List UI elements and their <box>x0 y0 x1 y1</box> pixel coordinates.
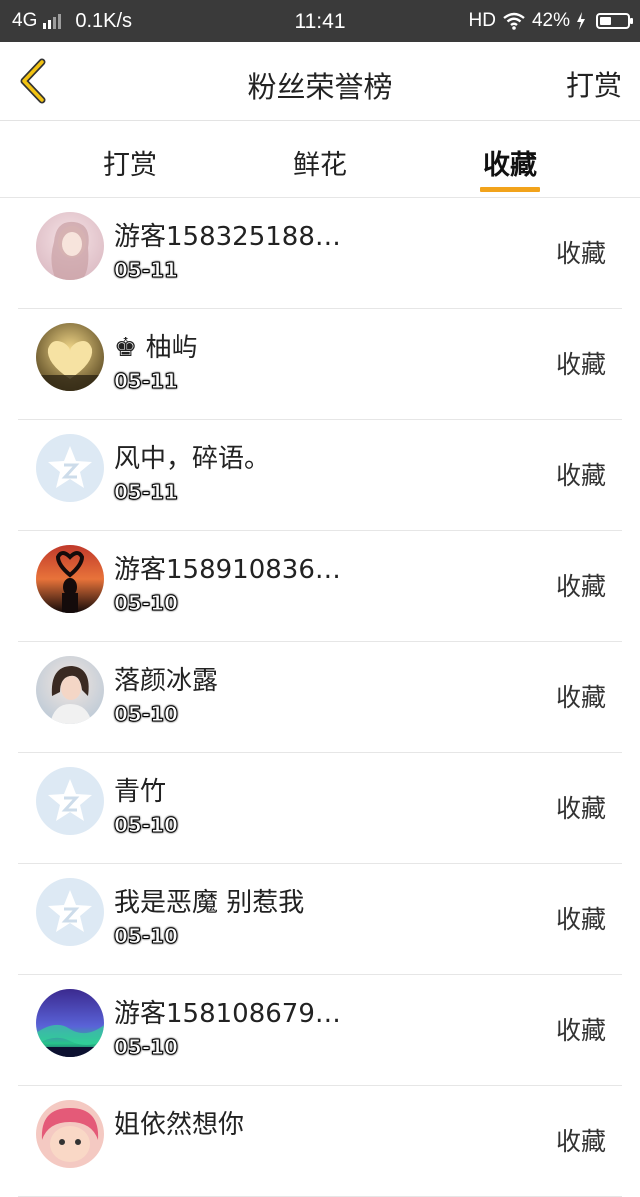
favorite-label: 收藏 <box>555 350 606 379</box>
avatar[interactable] <box>36 767 104 835</box>
list-item[interactable]: 青竹 05-10 收藏 <box>18 753 622 864</box>
reward-button[interactable]: 打赏 <box>566 64 622 104</box>
user-name: 游客158910836… <box>114 555 341 585</box>
list-item[interactable]: 风中，碎语。 05-11 收藏 <box>18 420 622 531</box>
avatar[interactable] <box>36 434 104 502</box>
avatar[interactable] <box>36 989 104 1057</box>
favorite-label: 收藏 <box>555 239 606 268</box>
avatar[interactable] <box>36 1100 104 1168</box>
default-avatar-icon <box>36 767 104 835</box>
avatar[interactable] <box>36 323 104 391</box>
list-item[interactable]: 游客158910836… 05-10 收藏 <box>18 531 622 642</box>
tab-flowers[interactable]: 鲜花 <box>240 121 400 197</box>
list-item[interactable]: 我是恶魔 别惹我 05-10 收藏 <box>18 864 622 975</box>
list-item[interactable]: ♚ 柚屿 05-11 收藏 <box>18 309 622 420</box>
charging-icon <box>577 12 585 30</box>
tab-label: 鲜花 <box>293 150 347 181</box>
avatar[interactable] <box>36 545 104 613</box>
tab-label: 打赏 <box>103 150 157 181</box>
tab-label: 收藏 <box>483 150 537 181</box>
user-name: 青竹 <box>114 777 167 807</box>
date-label: 05-10 <box>114 702 179 727</box>
user-name: 游客158325188… <box>114 222 341 252</box>
user-name: 游客158108679… <box>114 999 341 1029</box>
tab-favorites[interactable]: 收藏 <box>430 121 590 197</box>
date-label: 05-11 <box>114 369 179 394</box>
avatar[interactable] <box>36 212 104 280</box>
favorite-label: 收藏 <box>555 1127 606 1156</box>
date-label: 05-10 <box>114 1035 179 1060</box>
active-tab-indicator <box>480 187 540 192</box>
user-name: 风中，碎语。 <box>114 444 271 474</box>
date-label: 05-11 <box>114 258 179 283</box>
user-name: 落颜冰露 <box>114 666 219 696</box>
date-label: 05-10 <box>114 591 179 616</box>
favorite-label: 收藏 <box>555 794 606 823</box>
favorite-label: 收藏 <box>555 461 606 490</box>
date-label: 05-11 <box>114 480 179 505</box>
status-bar: 4G 0.1K/s 11:41 HD 42% <box>0 0 640 42</box>
fan-list: 游客158325188… 05-11 收藏 ♚ 柚屿 05-11 收藏 风中，碎… <box>0 198 640 1197</box>
list-item[interactable]: 游客158325188… 05-11 收藏 <box>18 198 622 309</box>
favorite-label: 收藏 <box>555 683 606 712</box>
wifi-icon <box>503 12 525 30</box>
battery-percent: 42% <box>531 10 570 31</box>
favorite-label: 收藏 <box>555 905 606 934</box>
tab-reward[interactable]: 打赏 <box>50 121 210 197</box>
battery-icon <box>596 13 633 29</box>
app-header: 粉丝荣誉榜 打赏 <box>0 42 640 121</box>
avatar[interactable] <box>36 656 104 724</box>
hd-indicator: HD <box>468 10 496 31</box>
page-title: 粉丝荣誉榜 <box>247 70 393 104</box>
favorite-label: 收藏 <box>555 1016 606 1045</box>
default-avatar-icon <box>36 878 104 946</box>
favorite-label: 收藏 <box>555 572 606 601</box>
user-name: ♚ 柚屿 <box>114 333 198 363</box>
list-item[interactable]: 游客158108679… 05-10 收藏 <box>18 975 622 1086</box>
avatar[interactable] <box>36 878 104 946</box>
list-item[interactable]: 落颜冰露 05-10 收藏 <box>18 642 622 753</box>
list-item[interactable]: 姐依然想你 收藏 <box>18 1086 622 1197</box>
date-label: 05-10 <box>114 813 179 838</box>
user-name: 姐依然想你 <box>114 1110 245 1140</box>
user-name: 我是恶魔 别惹我 <box>114 888 305 918</box>
default-avatar-icon <box>36 434 104 502</box>
date-label: 05-10 <box>114 924 179 949</box>
tab-bar: 打赏 鲜花 收藏 <box>0 121 640 198</box>
